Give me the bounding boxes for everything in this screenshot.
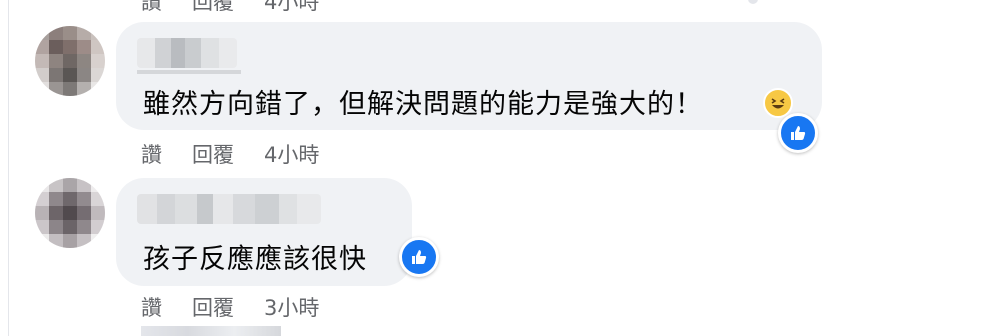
reply-link[interactable]: 回覆 [192,292,234,322]
reaction-badge-partial [748,0,758,4]
timestamp[interactable]: 4小時 [264,139,319,169]
comment-text: 雖然方向錯了，但解決問題的能力是強大的！ [143,89,703,120]
like-link[interactable]: 讚 [141,0,162,16]
haha-icon [763,88,793,118]
top-comment-actions: 讚 回覆 4小時 [141,0,349,16]
comment-actions: 讚 回覆 4小時 [141,139,349,169]
like-icon[interactable] [778,113,818,153]
thread-divider [8,0,9,336]
avatar[interactable] [35,26,105,96]
avatar[interactable] [35,178,105,248]
comment-actions: 讚 回覆 3小時 [141,292,349,322]
commenter-name-blurred[interactable] [137,38,237,68]
comment-text: 孩子反應應該很快 [143,244,367,275]
reply-link[interactable]: 回覆 [192,0,234,16]
like-link[interactable]: 讚 [141,292,162,322]
commenter-name-blurred[interactable] [137,194,321,224]
like-icon[interactable] [399,237,439,277]
like-link[interactable]: 讚 [141,139,162,169]
next-comment-partial [141,326,281,336]
name-underline [137,70,241,74]
timestamp[interactable]: 3小時 [264,292,319,322]
reply-link[interactable]: 回覆 [192,139,234,169]
timestamp[interactable]: 4小時 [264,0,319,16]
